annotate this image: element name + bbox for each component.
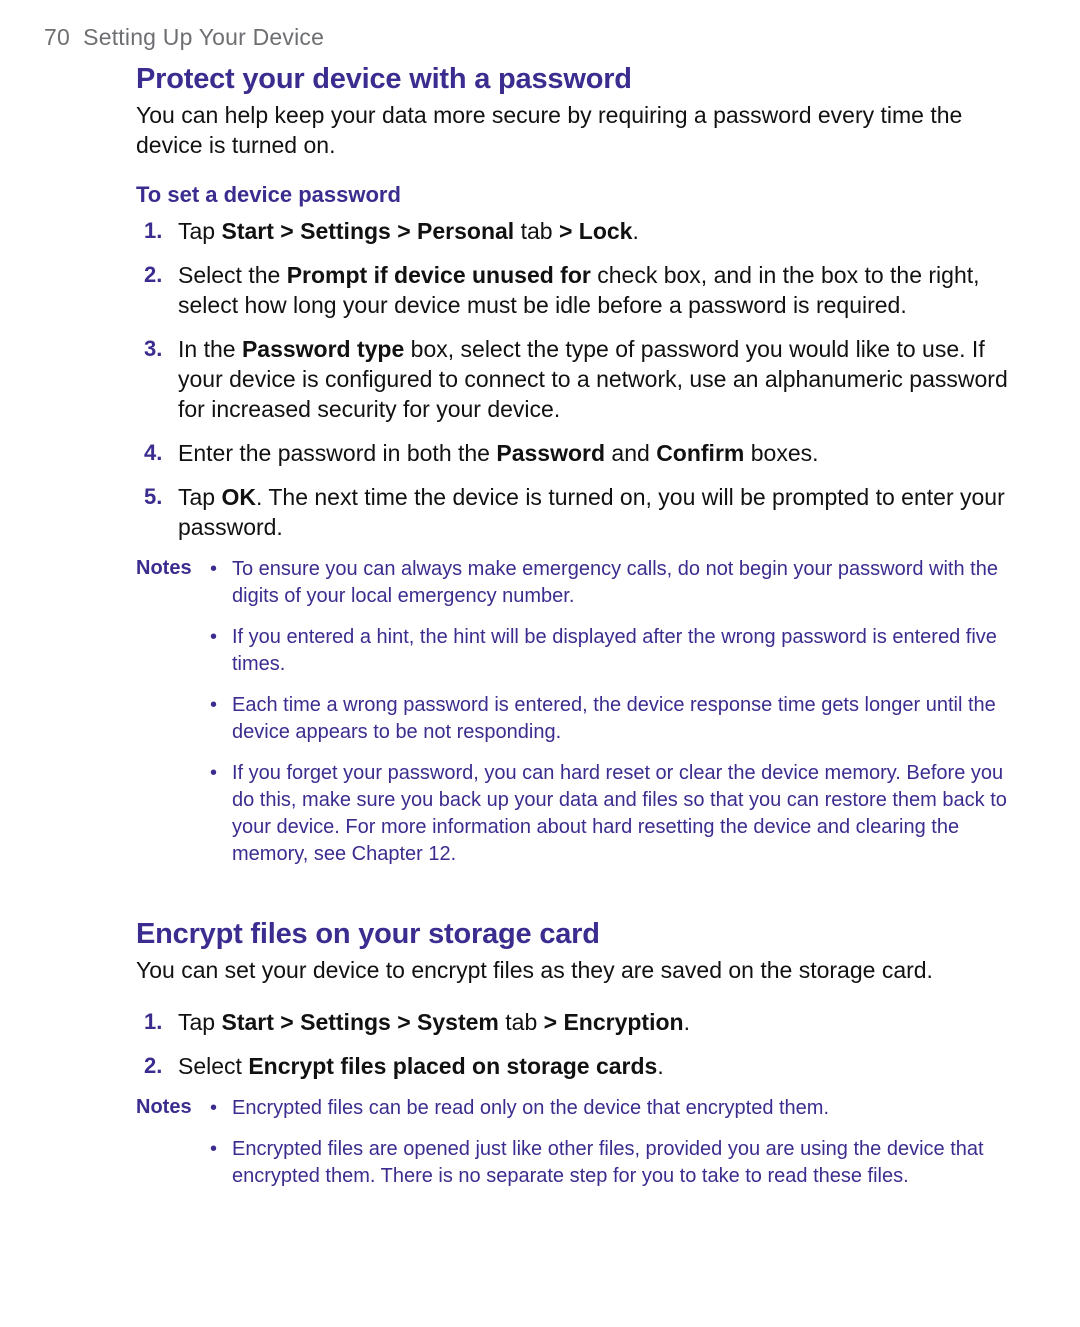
step-item: 3. In the Password type box, select the …	[178, 334, 1018, 424]
step-number: 5.	[144, 482, 162, 512]
step-number: 3.	[144, 334, 162, 364]
step-number: 4.	[144, 438, 162, 468]
step-text: Enter the password in both the Password …	[178, 440, 819, 466]
content-area: Protect your device with a password You …	[44, 63, 1028, 1204]
step-text: Select the Prompt if device unused for c…	[178, 262, 980, 318]
section-intro-encrypt: You can set your device to encrypt files…	[136, 955, 1018, 985]
section-intro-protect: You can help keep your data more secure …	[136, 100, 1018, 160]
notes-label: Notes	[136, 1095, 208, 1119]
note-item: If you forget your password, you can har…	[208, 760, 1018, 868]
step-item: 1. Tap Start > Settings > Personal tab >…	[178, 216, 1018, 246]
step-number: 2.	[144, 260, 162, 290]
notes-block-encrypt: Notes Encrypted files can be read only o…	[136, 1095, 1018, 1204]
step-number: 1.	[144, 1007, 162, 1037]
notes-label: Notes	[136, 556, 208, 580]
section-title-protect: Protect your device with a password	[136, 63, 1018, 96]
step-number: 1.	[144, 216, 162, 246]
step-item: 1. Tap Start > Settings > System tab > E…	[178, 1007, 1018, 1037]
note-item: To ensure you can always make emergency …	[208, 556, 1018, 610]
subheading-set-password: To set a device password	[136, 182, 1018, 208]
step-item: 4. Enter the password in both the Passwo…	[178, 438, 1018, 468]
note-item: Encrypted files are opened just like oth…	[208, 1136, 1018, 1190]
step-text: In the Password type box, select the typ…	[178, 336, 1008, 422]
step-text: Select Encrypt files placed on storage c…	[178, 1053, 664, 1079]
steps-set-password: 1. Tap Start > Settings > Personal tab >…	[136, 216, 1018, 542]
page-root: 70 Setting Up Your Device Protect your d…	[0, 0, 1080, 1264]
note-item: If you entered a hint, the hint will be …	[208, 624, 1018, 678]
section-title-encrypt: Encrypt files on your storage card	[136, 918, 1018, 951]
page-number: 70	[44, 24, 70, 50]
step-text: Tap Start > Settings > System tab > Encr…	[178, 1009, 690, 1035]
step-item: 2. Select Encrypt files placed on storag…	[178, 1051, 1018, 1081]
step-number: 2.	[144, 1051, 162, 1081]
step-text: Tap Start > Settings > Personal tab > Lo…	[178, 218, 639, 244]
note-item: Encrypted files can be read only on the …	[208, 1095, 1018, 1122]
running-header: 70 Setting Up Your Device	[44, 24, 1028, 51]
notes-list: To ensure you can always make emergency …	[208, 556, 1018, 882]
step-item: 2. Select the Prompt if device unused fo…	[178, 260, 1018, 320]
step-item: 5. Tap OK. The next time the device is t…	[178, 482, 1018, 542]
steps-encrypt: 1. Tap Start > Settings > System tab > E…	[136, 1007, 1018, 1081]
note-item: Each time a wrong password is entered, t…	[208, 692, 1018, 746]
notes-block-protect: Notes To ensure you can always make emer…	[136, 556, 1018, 882]
notes-list: Encrypted files can be read only on the …	[208, 1095, 1018, 1204]
running-title: Setting Up Your Device	[83, 24, 324, 50]
step-text: Tap OK. The next time the device is turn…	[178, 484, 1005, 540]
